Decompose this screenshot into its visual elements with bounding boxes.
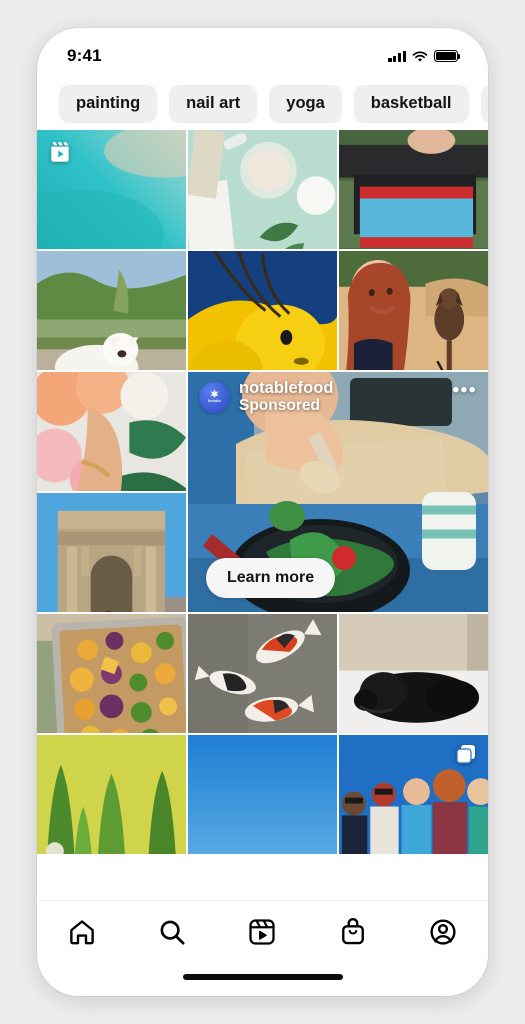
topic-pill-yoga[interactable]: yoga bbox=[269, 85, 342, 123]
grid-cell-reel-pool-water[interactable] bbox=[37, 130, 186, 249]
grid-cell-roasted-vegetables-tray[interactable] bbox=[37, 614, 186, 733]
ad-avatar-mini-label: Notable bbox=[207, 399, 222, 404]
grid-cell-blue-sky[interactable] bbox=[188, 735, 337, 854]
grid-cell-group-of-friends[interactable] bbox=[339, 735, 488, 854]
topic-pill-to[interactable]: to bbox=[480, 85, 488, 123]
profile-icon bbox=[428, 917, 458, 952]
tab-search[interactable] bbox=[150, 915, 194, 953]
thumbnail-image bbox=[188, 735, 337, 854]
signal-bars-icon bbox=[388, 50, 406, 62]
thumbnail-image bbox=[188, 130, 337, 249]
battery-full-icon bbox=[434, 50, 461, 62]
bottom-tab-bar bbox=[37, 900, 488, 996]
status-time: 9:41 bbox=[67, 46, 102, 65]
sponsored-ad-card[interactable]: Notable notablefood Sponsored ••• Learn … bbox=[188, 372, 488, 612]
thumbnail-image bbox=[37, 735, 186, 854]
grid-cell-spa-skincare-flatlay[interactable] bbox=[188, 130, 337, 249]
ad-meta: notablefood Sponsored bbox=[239, 379, 333, 415]
reels-icon bbox=[247, 917, 277, 952]
topic-pill-bar[interactable]: painting nail art yoga basketball to bbox=[37, 78, 488, 130]
ad-sponsored-label: Sponsored bbox=[239, 396, 320, 414]
thumbnail-image bbox=[188, 251, 337, 370]
shop-bag-icon bbox=[338, 917, 368, 952]
notablefood-logo-icon bbox=[210, 389, 219, 399]
grid-cell-flowers-gold-bracelet[interactable] bbox=[37, 372, 186, 491]
thumbnail-image bbox=[37, 251, 186, 370]
explore-grid: Notable notablefood Sponsored ••• Learn … bbox=[37, 130, 488, 920]
tab-home[interactable] bbox=[60, 915, 104, 953]
grid-cell-black-curly-dog[interactable] bbox=[339, 614, 488, 733]
grid-cell-koi-fish-pond[interactable] bbox=[188, 614, 337, 733]
thumbnail-image bbox=[188, 614, 337, 733]
learn-more-button[interactable]: Learn more bbox=[206, 558, 336, 598]
ad-username[interactable]: notablefood bbox=[239, 379, 333, 398]
status-bar: 9:41 bbox=[37, 28, 488, 78]
grid-cell-roman-triumphal-arch[interactable] bbox=[37, 493, 186, 612]
tab-profile[interactable] bbox=[421, 915, 465, 953]
thumbnail-image bbox=[339, 251, 488, 370]
home-indicator bbox=[182, 974, 343, 980]
thumbnail-image bbox=[37, 372, 186, 491]
phone-frame: 9:41 painting nail art yoga basketball t… bbox=[37, 28, 488, 996]
thumbnail-image bbox=[339, 130, 488, 249]
tab-reels[interactable] bbox=[240, 915, 284, 953]
grid-cell-yellow-inflatable-toy[interactable] bbox=[188, 251, 337, 370]
tab-shop[interactable] bbox=[331, 915, 375, 953]
grid-cell-green-cactus-plants[interactable] bbox=[37, 735, 186, 854]
ad-avatar[interactable]: Notable bbox=[199, 381, 230, 413]
search-icon bbox=[157, 917, 187, 952]
status-icons bbox=[388, 50, 461, 62]
grid-cell-white-terrier-dog[interactable] bbox=[37, 251, 186, 370]
grid-cell-woman-with-dog-beach[interactable] bbox=[339, 251, 488, 370]
wifi-icon bbox=[412, 50, 428, 62]
thumbnail-image bbox=[37, 493, 186, 612]
grid-cell-person-blue-red-jacket[interactable] bbox=[339, 130, 488, 249]
carousel-icon bbox=[454, 742, 480, 768]
ad-header: Notable notablefood Sponsored ••• bbox=[188, 372, 488, 431]
topic-pill-list: painting nail art yoga basketball to bbox=[37, 85, 488, 123]
topic-pill-nail-art[interactable]: nail art bbox=[169, 85, 258, 123]
reels-icon bbox=[47, 139, 73, 165]
topic-pill-painting[interactable]: painting bbox=[59, 85, 158, 123]
thumbnail-image bbox=[37, 614, 186, 733]
home-icon bbox=[67, 917, 97, 952]
thumbnail-image bbox=[339, 614, 488, 733]
more-options-icon[interactable]: ••• bbox=[453, 380, 477, 400]
topic-pill-basketball[interactable]: basketball bbox=[353, 85, 469, 123]
